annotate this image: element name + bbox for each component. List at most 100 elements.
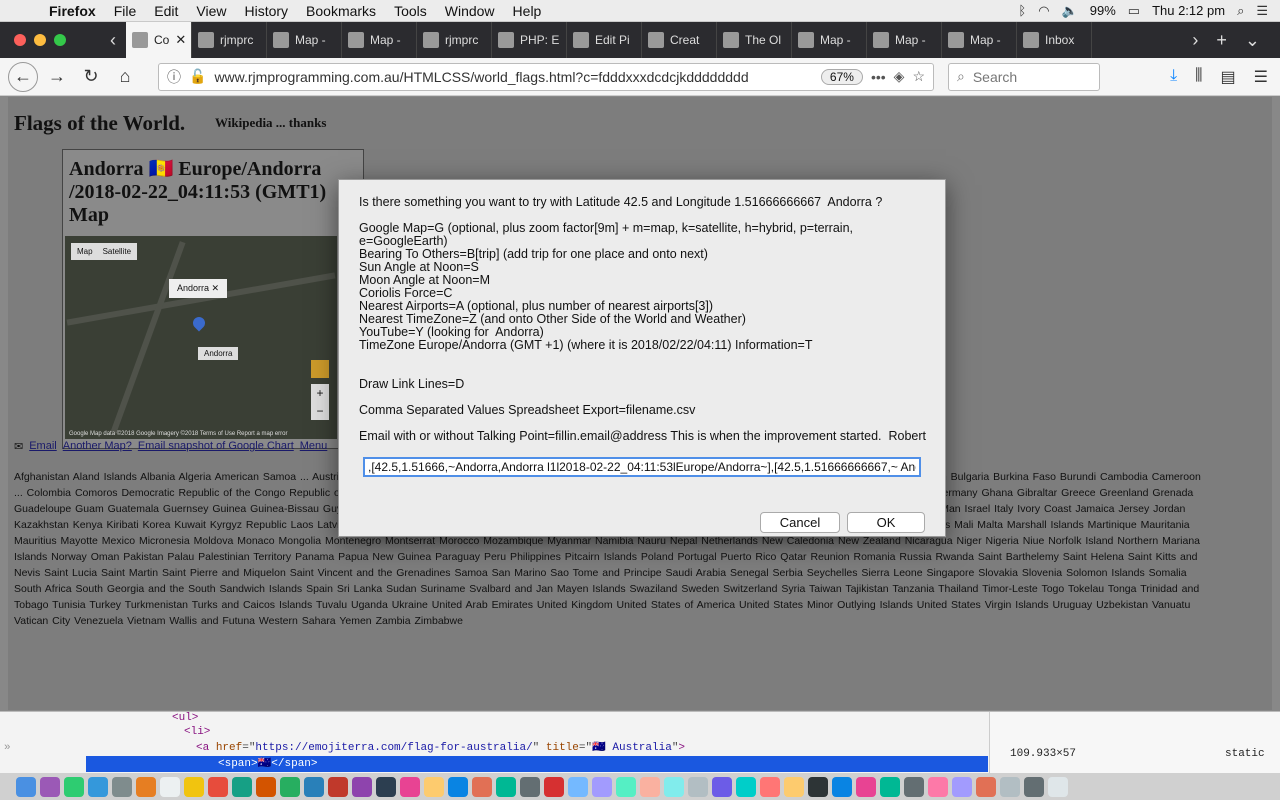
tab[interactable]: Edit Pi — [567, 22, 642, 58]
tab-list-icon[interactable]: ⌄ — [1245, 30, 1260, 51]
menu-view[interactable]: View — [187, 3, 235, 19]
app-icon[interactable] — [808, 776, 828, 797]
opera-icon[interactable] — [544, 776, 564, 797]
app-store-icon[interactable] — [448, 776, 468, 797]
battery-percent[interactable]: 99% — [1090, 3, 1116, 18]
tab[interactable]: Map - — [792, 22, 867, 58]
music-icon[interactable] — [328, 776, 348, 797]
another-map-link[interactable]: Another Map? — [63, 440, 132, 453]
menu-history[interactable]: History — [235, 3, 297, 19]
zoom-window-button[interactable] — [54, 34, 66, 46]
trash-icon[interactable] — [1048, 776, 1068, 797]
maps-icon[interactable] — [232, 776, 252, 797]
street-view-pegman-icon[interactable] — [311, 360, 329, 378]
app-icon[interactable] — [880, 776, 900, 797]
zoom-in-icon[interactable]: + — [311, 384, 329, 402]
firefox-icon[interactable] — [472, 776, 492, 797]
map-zoom-control[interactable]: + − — [311, 384, 329, 420]
address-bar[interactable]: ⓘ 🔓 www.rjmprogramming.com.au/HTMLCSS/wo… — [158, 62, 934, 91]
tab[interactable]: PHP: E — [492, 22, 567, 58]
menu-link[interactable]: Menu — [300, 440, 328, 453]
app-icon[interactable] — [856, 776, 876, 797]
app-icon[interactable] — [736, 776, 756, 797]
cancel-button[interactable]: Cancel — [760, 512, 840, 533]
zoom-level-indicator[interactable]: 67% — [820, 68, 863, 85]
app-icon[interactable] — [640, 776, 660, 797]
safari-icon[interactable] — [88, 776, 108, 797]
filezilla-icon[interactable] — [400, 776, 420, 797]
terminal-icon[interactable] — [376, 776, 396, 797]
bluetooth-icon[interactable]: ᛒ — [1018, 3, 1026, 18]
app-icon[interactable] — [760, 776, 780, 797]
map-type-control[interactable]: Map Satellite — [71, 243, 138, 260]
reload-button[interactable]: ↻ — [76, 62, 106, 92]
email-snapshot-link[interactable]: Email snapshot of Google Chart — [138, 440, 294, 453]
ok-button[interactable]: OK — [847, 512, 925, 533]
tab[interactable]: rjmprc — [417, 22, 492, 58]
url-text[interactable]: www.rjmprogramming.com.au/HTMLCSS/world_… — [214, 69, 812, 85]
tab[interactable]: Creat — [642, 22, 717, 58]
launchpad-icon[interactable] — [64, 776, 84, 797]
spotlight-search-icon[interactable]: ⌕ — [1237, 3, 1244, 19]
close-icon[interactable]: ✕ — [212, 283, 220, 293]
map-info-window[interactable]: Andorra ✕ — [169, 279, 228, 298]
devtools-node-a[interactable]: <a href="https://emojiterra.com/flag-for… — [196, 740, 685, 754]
pocket-icon[interactable]: ◈ — [894, 68, 905, 85]
tab[interactable]: Map - — [267, 22, 342, 58]
menu-edit[interactable]: Edit — [145, 3, 187, 19]
finder-icon[interactable] — [16, 776, 36, 797]
mail-icon[interactable] — [112, 776, 132, 797]
app-icon[interactable] — [784, 776, 804, 797]
map-marker-icon[interactable] — [190, 314, 208, 332]
app-icon[interactable] — [592, 776, 612, 797]
bookmark-star-icon[interactable]: ☆ — [912, 68, 925, 85]
app-icon[interactable] — [832, 776, 852, 797]
tab[interactable]: rjmprc — [192, 22, 267, 58]
reminders-icon[interactable] — [208, 776, 228, 797]
siri-icon[interactable] — [40, 776, 60, 797]
notification-center-icon[interactable]: ☰ — [1256, 3, 1268, 19]
chrome-icon[interactable] — [424, 776, 444, 797]
tab-active[interactable]: Co ✕ — [126, 22, 192, 58]
photos-icon[interactable] — [256, 776, 276, 797]
app-icon[interactable] — [976, 776, 996, 797]
app-icon[interactable] — [1024, 776, 1044, 797]
search-input[interactable]: ⌕ Search — [948, 62, 1100, 91]
app-icon[interactable] — [616, 776, 636, 797]
facetime-icon[interactable] — [304, 776, 324, 797]
app-icon[interactable] — [664, 776, 684, 797]
wifi-icon[interactable]: ◠ — [1038, 3, 1049, 19]
contacts-icon[interactable] — [136, 776, 156, 797]
home-button[interactable]: ⌂ — [110, 62, 140, 92]
sidebar-icon[interactable]: ▤ — [1221, 67, 1236, 87]
map-type-satellite[interactable]: Satellite — [103, 247, 131, 256]
devtools-selected-node[interactable]: <span>🇦🇺</span> — [86, 756, 988, 772]
minimize-window-button[interactable] — [34, 34, 46, 46]
email-link[interactable]: Email — [29, 440, 57, 453]
back-button[interactable]: ← — [8, 61, 38, 92]
podcasts-icon[interactable] — [352, 776, 372, 797]
zoom-out-icon[interactable]: − — [311, 402, 329, 420]
app-icon[interactable] — [904, 776, 924, 797]
menu-help[interactable]: Help — [504, 3, 551, 19]
app-icon[interactable] — [688, 776, 708, 797]
menu-tools[interactable]: Tools — [385, 3, 436, 19]
devtools-href[interactable]: https://emojiterra.com/flag-for-australi… — [255, 742, 532, 754]
wikipedia-credit[interactable]: Wikipedia ... thanks — [215, 115, 326, 131]
devtools-node-ul[interactable]: <ul> — [172, 712, 198, 724]
downloads-icon[interactable]: ⤓ — [1170, 67, 1177, 87]
menu-file[interactable]: File — [105, 3, 146, 19]
page-actions-icon[interactable]: ••• — [871, 69, 886, 85]
new-tab-icon[interactable]: + — [1216, 30, 1227, 51]
messages-icon[interactable] — [280, 776, 300, 797]
app-icon[interactable] — [952, 776, 972, 797]
tab-scroll-left-icon[interactable]: ‹ — [100, 30, 126, 51]
battery-icon[interactable]: ▭ — [1128, 3, 1140, 19]
hamburger-menu-icon[interactable]: ☰ — [1254, 67, 1268, 87]
clock[interactable]: Thu 2:12 pm — [1152, 3, 1225, 18]
library-icon[interactable]: ⫼ — [1195, 67, 1202, 87]
app-icon[interactable] — [712, 776, 732, 797]
tab[interactable]: Map - — [342, 22, 417, 58]
prompt-input[interactable] — [363, 457, 921, 477]
tab[interactable]: Map - — [867, 22, 942, 58]
